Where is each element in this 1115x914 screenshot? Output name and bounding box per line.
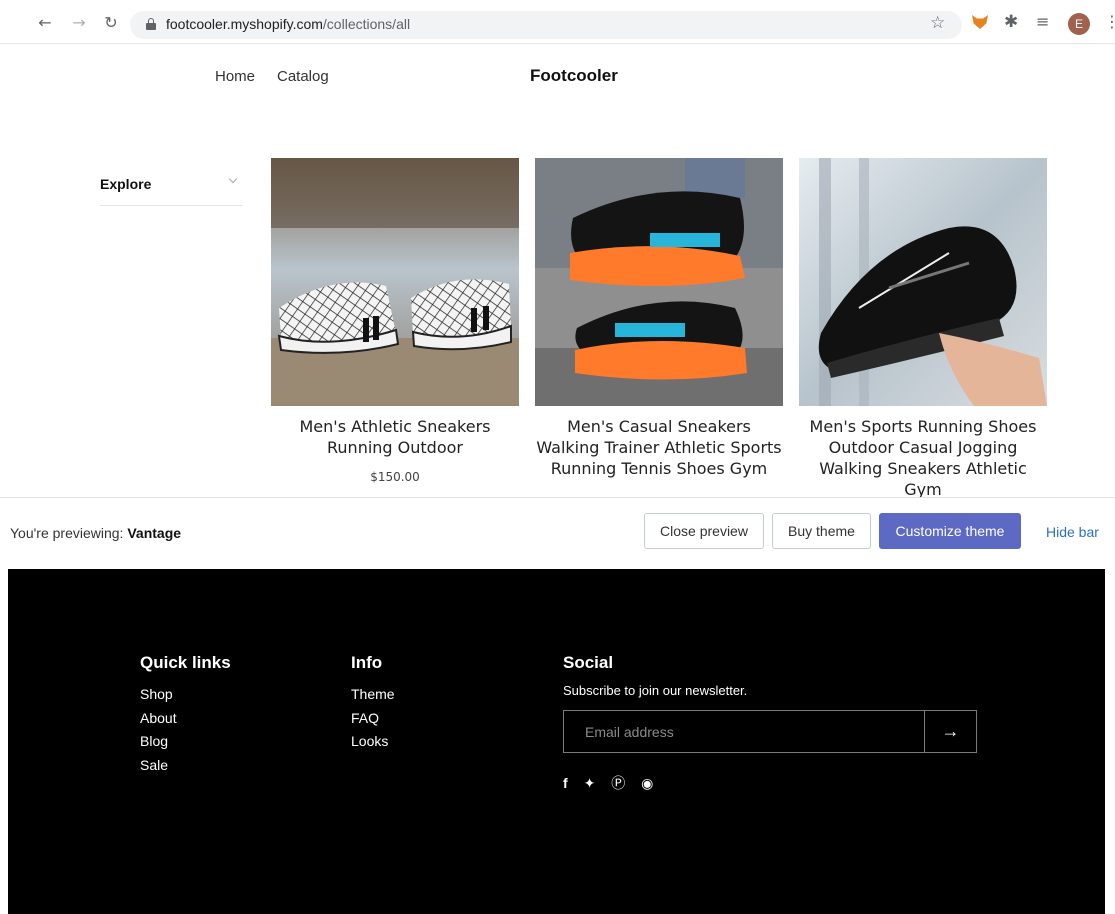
footer-link-theme[interactable]: Theme <box>351 683 395 707</box>
reload-icon[interactable]: ↻ <box>102 14 120 32</box>
url-path: /collections/all <box>322 16 411 32</box>
social-column: Social Subscribe to join our newsletter.… <box>563 653 977 793</box>
nav-catalog[interactable]: Catalog <box>277 68 329 85</box>
menu-kebab-icon[interactable]: ⋮ <box>1104 12 1115 31</box>
browser-toolbar: ← → ↻ footcooler.myshopify.com/collectio… <box>0 0 1115 44</box>
instagram-icon[interactable]: ◉ <box>641 775 659 792</box>
explore-filter[interactable]: Explore <box>100 174 243 206</box>
product-title[interactable]: Men's Casual Sneakers Walking Trainer At… <box>535 416 783 479</box>
metamask-extension-icon[interactable] <box>972 15 988 29</box>
product-title[interactable]: Men's Athletic Sneakers Running Outdoor <box>271 416 519 458</box>
product-image[interactable] <box>271 158 519 406</box>
hide-bar-link[interactable]: Hide bar <box>1046 524 1099 540</box>
address-bar[interactable]: footcooler.myshopify.com/collections/all <box>130 11 962 39</box>
info-heading: Info <box>351 653 383 672</box>
nav-home[interactable]: Home <box>215 68 255 85</box>
quick-links-column: Quick links Shop About Blog Sale <box>140 653 231 777</box>
preview-status: You're previewing: Vantage <box>10 525 181 541</box>
product-price: $150.00 <box>370 470 420 484</box>
product-card[interactable]: Men's Sports Running Shoes Outdoor Casua… <box>799 158 1047 500</box>
explore-label: Explore <box>100 176 152 192</box>
footer-link-shop[interactable]: Shop <box>140 683 231 707</box>
pinterest-icon[interactable]: Ⓟ <box>611 773 631 793</box>
lock-icon[interactable] <box>146 18 156 30</box>
footer-link-sale[interactable]: Sale <box>140 754 231 778</box>
chevron-down-icon <box>228 174 238 184</box>
url-host: footcooler.myshopify.com <box>166 16 323 32</box>
reading-list-icon[interactable]: ≡ <box>1036 12 1049 31</box>
newsletter-text: Subscribe to join our newsletter. <box>563 683 748 698</box>
social-heading: Social <box>563 653 614 672</box>
preview-theme-name: Vantage <box>127 525 182 541</box>
footer-link-about[interactable]: About <box>140 707 231 731</box>
star-icon[interactable]: ☆ <box>930 13 945 33</box>
buy-theme-button[interactable]: Buy theme <box>772 513 871 549</box>
product-card[interactable]: Men's Casual Sneakers Walking Trainer At… <box>535 158 783 479</box>
product-image[interactable] <box>535 158 783 406</box>
store-logo[interactable]: Footcooler <box>530 66 618 86</box>
extensions-puzzle-icon[interactable]: ✱ <box>1004 12 1018 32</box>
product-image[interactable] <box>799 158 1047 406</box>
product-card[interactable]: Men's Athletic Sneakers Running Outdoor … <box>271 158 519 484</box>
profile-avatar[interactable]: E <box>1068 13 1090 35</box>
footer-link-faq[interactable]: FAQ <box>351 707 395 731</box>
arrow-right-icon[interactable]: → <box>924 711 976 752</box>
facebook-icon[interactable]: f <box>563 775 574 791</box>
product-title[interactable]: Men's Sports Running Shoes Outdoor Casua… <box>799 416 1047 500</box>
twitter-icon[interactable]: ✦ <box>584 775 602 792</box>
close-preview-button[interactable]: Close preview <box>644 513 764 549</box>
social-icons: f ✦ Ⓟ ◉ <box>563 773 977 793</box>
footer-link-blog[interactable]: Blog <box>140 730 231 754</box>
back-icon[interactable]: ← <box>36 14 54 32</box>
footer-link-looks[interactable]: Looks <box>351 730 395 754</box>
site-footer: Quick links Shop About Blog Sale Info Th… <box>8 569 1105 914</box>
quick-links-heading: Quick links <box>140 653 231 672</box>
info-column: Info Theme FAQ Looks <box>351 653 395 754</box>
customize-theme-button[interactable]: Customize theme <box>879 513 1021 549</box>
email-input[interactable] <box>564 711 924 752</box>
preview-prefix: You're previewing: <box>10 525 124 541</box>
theme-preview-bar: You're previewing: Vantage Close preview… <box>0 497 1115 568</box>
forward-icon[interactable]: → <box>70 14 88 32</box>
newsletter-form: → <box>563 710 977 753</box>
url-text[interactable]: footcooler.myshopify.com/collections/all <box>166 16 410 32</box>
